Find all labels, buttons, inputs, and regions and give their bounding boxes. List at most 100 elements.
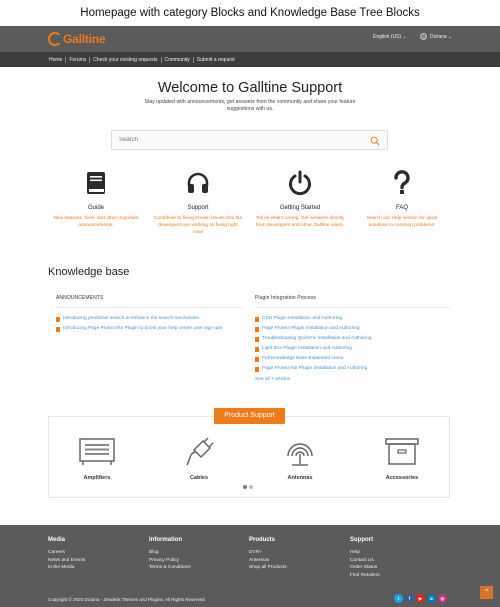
category-desc: Contribute to fixing Known issues that t…: [153, 216, 243, 235]
article-link[interactable]: Introducing predictive search to enhance…: [63, 316, 200, 323]
footer-link[interactable]: Find Retailers: [350, 572, 380, 580]
user-menu[interactable]: Diziana ⌄: [420, 33, 452, 40]
document-icon: [56, 327, 60, 332]
product-amplifiers[interactable]: Amplifiers: [67, 436, 127, 481]
product-support-button[interactable]: Product Support: [214, 408, 285, 424]
site-footer: Media Careers News and Events In the Med…: [0, 525, 500, 607]
product-label: Accessories: [385, 475, 419, 481]
knowledge-base-title: Knowledge base: [48, 266, 130, 278]
article-link[interactable]: Introducing Page Protect lite Plugin to …: [63, 326, 222, 333]
nav-submit-request[interactable]: Submit a request: [194, 57, 238, 63]
copyright-text: Copyright © 2020 Diziana - Zendesk Theme…: [48, 597, 205, 602]
facebook-icon[interactable]: f: [405, 594, 414, 603]
main-nav: Home Forums Check your existing requests…: [0, 52, 500, 67]
logo-text: Galltine: [63, 32, 106, 46]
footer-link[interactable]: Order Status: [350, 564, 380, 572]
footer-link[interactable]: Shop all Products: [249, 564, 287, 572]
list-item[interactable]: Page Protect Plugin Installation and Aut…: [255, 326, 450, 333]
page-title: Welcome to Galltine Support: [157, 80, 343, 96]
footer-link[interactable]: DVR+: [249, 549, 287, 557]
footer-link[interactable]: Blog: [149, 549, 191, 557]
article-link[interactable]: CSH Plugin Installation and Authoring: [262, 316, 342, 323]
footer-link[interactable]: Privacy Policy: [149, 557, 191, 565]
category-guide[interactable]: Guide New features, fixes, and other imp…: [51, 170, 141, 229]
antenna-icon: [287, 443, 313, 466]
category-desc: Tell us what's wrong. Get answers direct…: [255, 216, 345, 228]
back-to-top-button[interactable]: ^: [480, 586, 493, 599]
nav-check-requests[interactable]: Check your existing requests: [90, 56, 162, 63]
nav-home[interactable]: Home: [46, 56, 67, 63]
logo[interactable]: Galltine: [48, 30, 106, 48]
amplifier-icon: [79, 438, 115, 465]
footer-link[interactable]: Antennas: [249, 557, 287, 565]
article-link[interactable]: Page Protect Plugin Installation and Aut…: [262, 326, 360, 333]
language-selector[interactable]: English (US) ⌄: [373, 34, 407, 40]
headphones-icon: [187, 172, 209, 193]
article-link[interactable]: Page Protect-lite Plugin Installation an…: [262, 366, 367, 373]
article-link[interactable]: Full Knowledge Base Expanded menu: [262, 356, 343, 363]
list-item[interactable]: Introducing predictive search to enhance…: [56, 316, 244, 323]
product-label: Cables: [189, 475, 209, 481]
product-label: Amplifiers: [83, 475, 111, 481]
social-links: t f ▶ in ◎: [394, 594, 449, 603]
footer-link[interactable]: Help: [350, 549, 380, 557]
search-box: [111, 130, 388, 150]
search-input[interactable]: [119, 137, 359, 143]
list-item[interactable]: Introducing Page Protect lite Plugin to …: [56, 326, 244, 333]
list-item[interactable]: CSH Plugin Installation and Authoring: [255, 316, 450, 323]
carousel-dot-1[interactable]: [243, 485, 247, 489]
footer-link[interactable]: Terms & Conditions: [149, 564, 191, 572]
kb-section-heading[interactable]: Plugin Integration Process: [255, 295, 450, 301]
user-name: Diziana ⌄: [430, 33, 453, 40]
footer-heading: Support: [350, 537, 373, 543]
logo-mark-icon: [48, 32, 62, 46]
article-link[interactable]: Light Box Plugin Installation and Author…: [262, 346, 352, 353]
category-getting-started[interactable]: Getting Started Tell us what's wrong. Ge…: [255, 170, 345, 229]
divider: [255, 307, 450, 308]
page-subtitle: Stay updated with announcements, get ans…: [144, 99, 356, 112]
footer-link[interactable]: In the Media: [48, 564, 85, 572]
footer-link[interactable]: Contact Us: [350, 557, 380, 565]
category-support[interactable]: Support Contribute to fixing Known issue…: [153, 170, 243, 236]
category-faq[interactable]: FAQ Search our Help section for quick so…: [357, 170, 447, 229]
youtube-icon[interactable]: ▶: [416, 594, 425, 603]
document-icon: [255, 327, 259, 332]
category-title: Guide: [87, 205, 104, 211]
footer-link[interactable]: News and Events: [48, 557, 85, 565]
list-item[interactable]: Troubleshooting QuickFix Installation an…: [255, 336, 450, 343]
footer-heading: Products: [249, 537, 276, 543]
product-label: Antennas: [287, 475, 313, 481]
list-item[interactable]: Light Box Plugin Installation and Author…: [255, 346, 450, 353]
footer-column-products: Products DVR+ Antennas Shop all Products: [249, 537, 287, 572]
search-icon[interactable]: [370, 136, 380, 146]
list-item[interactable]: Page Protect-lite Plugin Installation an…: [255, 366, 450, 373]
nav-forums[interactable]: Forums: [66, 56, 91, 63]
page-caption: Homepage with category Blocks and Knowle…: [0, 0, 500, 26]
linkedin-icon[interactable]: in: [427, 594, 436, 603]
carousel-dot-2[interactable]: [249, 485, 253, 489]
article-link[interactable]: Troubleshooting QuickFix Installation an…: [262, 336, 371, 343]
kb-section-announcements: ANNOUNCEMENTS Introducing predictive sea…: [56, 295, 244, 336]
power-icon: [289, 170, 311, 196]
kb-section-heading[interactable]: ANNOUNCEMENTS: [56, 295, 244, 301]
document-icon: [255, 357, 259, 362]
site-header: Galltine English (US) ⌄ Diziana ⌄: [0, 26, 500, 52]
plug-icon: [186, 437, 214, 466]
question-icon: [394, 170, 410, 194]
document-icon: [255, 337, 259, 342]
list-item[interactable]: Full Knowledge Base Expanded menu: [255, 356, 450, 363]
twitter-icon[interactable]: t: [394, 594, 403, 603]
product-cables[interactable]: Cables: [169, 436, 229, 481]
footer-link[interactable]: Careers: [48, 549, 85, 557]
book-icon: [87, 172, 105, 194]
category-title: Support: [187, 205, 209, 211]
product-accessories[interactable]: Accessories: [372, 436, 432, 481]
instagram-icon[interactable]: ◎: [438, 594, 447, 603]
category-title: FAQ: [395, 205, 408, 211]
nav-community[interactable]: Community: [162, 56, 194, 63]
see-all-articles-link[interactable]: See all 7 articles: [255, 377, 450, 382]
box-icon: [385, 438, 419, 465]
product-antennas[interactable]: Antennas: [270, 436, 330, 481]
footer-column-support: Support Help Contact Us Order Status Fin…: [350, 537, 380, 580]
footer-column-media: Media Careers News and Events In the Med…: [48, 537, 85, 572]
